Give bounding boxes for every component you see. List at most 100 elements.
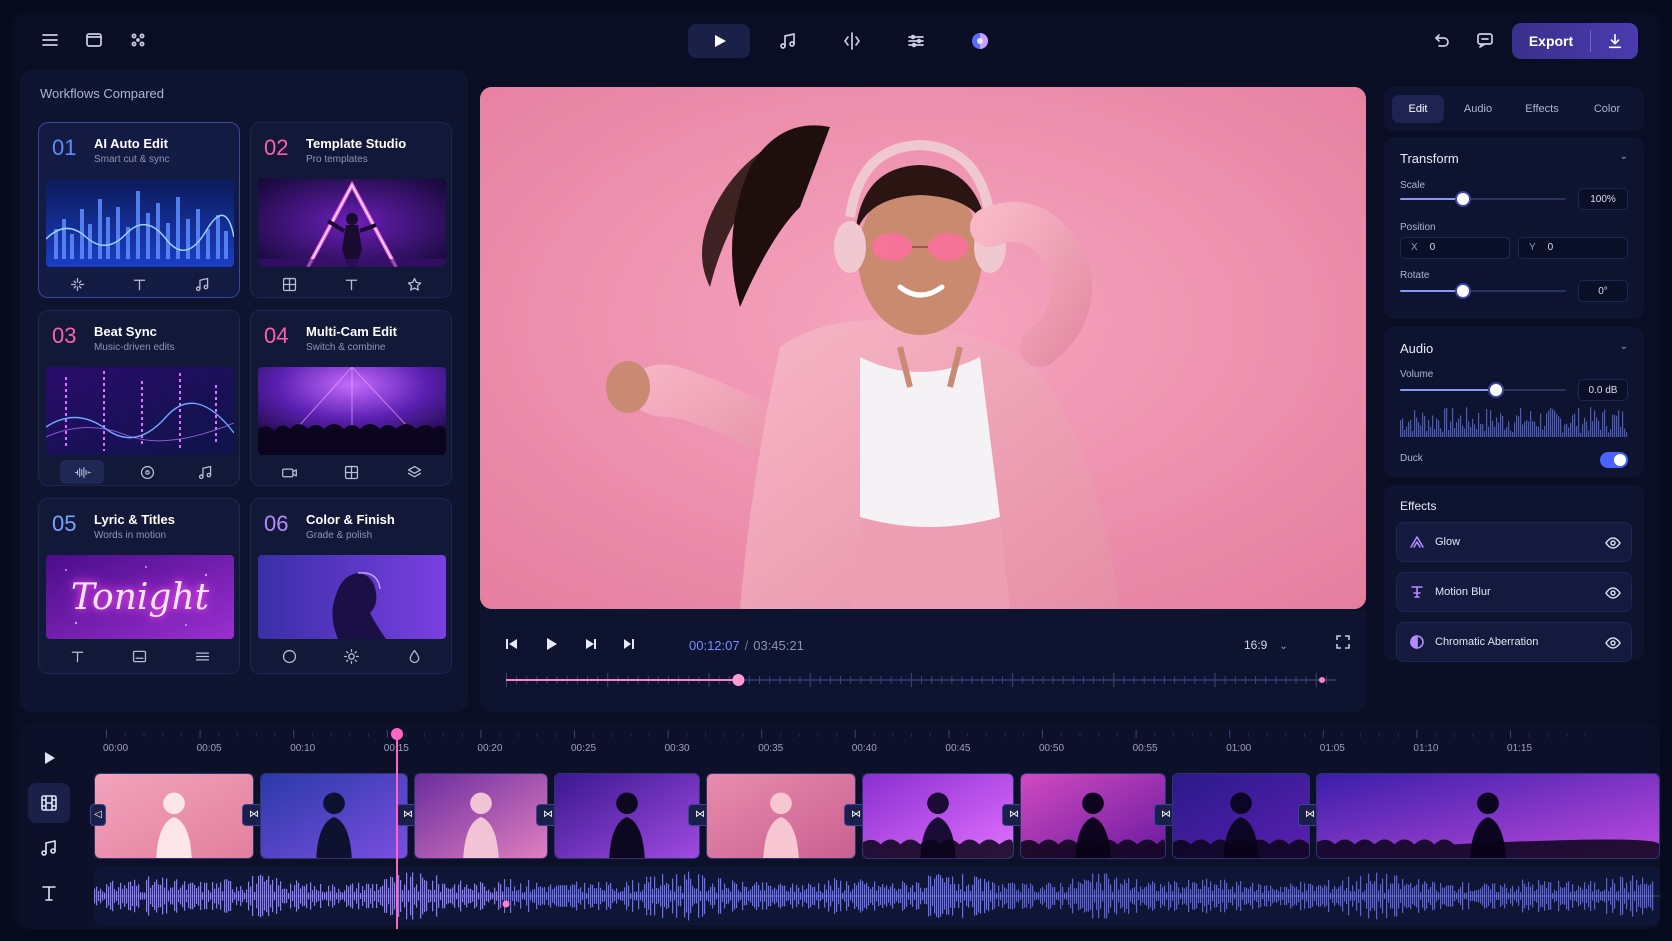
eye-icon[interactable] <box>1605 635 1621 651</box>
workflow-thumbnail <box>46 179 234 267</box>
text-icon[interactable] <box>337 272 367 296</box>
editor-app: Export Workflows Compared 01 AI Auto Edi… <box>12 12 1660 929</box>
film-icon[interactable] <box>28 783 70 823</box>
scrubber-knob <box>732 674 745 686</box>
text-icon[interactable] <box>125 272 155 296</box>
play-icon[interactable] <box>28 738 70 778</box>
layers-icon[interactable] <box>400 460 430 484</box>
brightness-icon[interactable] <box>337 644 367 668</box>
step-forward-icon[interactable] <box>578 631 604 657</box>
fullscreen-icon[interactable] <box>1335 634 1351 655</box>
rotate-slider[interactable] <box>1400 284 1566 298</box>
audio-track[interactable] <box>94 867 1660 925</box>
timeline-clip[interactable] <box>414 773 548 859</box>
video-preview[interactable] <box>480 87 1366 609</box>
apps-icon[interactable] <box>121 23 155 57</box>
eye-icon[interactable] <box>1605 535 1621 551</box>
workflow-card-lyric-titles[interactable]: 05 Lyric & Titles Words in motion Tonigh… <box>38 498 240 674</box>
workflow-card-multi-cam-edit[interactable]: 04 Multi-Cam Edit Switch & combine <box>250 310 452 486</box>
export-button[interactable]: Export <box>1512 23 1638 59</box>
chevron-down-icon[interactable]: ⌄ <box>1620 341 1628 352</box>
scrubber[interactable] <box>506 665 1336 695</box>
text-icon[interactable] <box>28 873 70 913</box>
tab-edit[interactable]: Edit <box>1392 95 1444 123</box>
duck-toggle[interactable] <box>1600 452 1628 468</box>
workflow-name: Multi-Cam Edit <box>306 324 397 339</box>
workflow-number: 03 <box>52 323 77 348</box>
workflow-subtitle: Grade & polish <box>306 530 373 541</box>
timeline-clip[interactable] <box>1020 773 1166 859</box>
sparkle-icon[interactable] <box>62 272 92 296</box>
ruler-tick-label: 00:55 <box>1132 743 1158 754</box>
split-icon[interactable] <box>835 24 869 58</box>
undo-icon[interactable] <box>1424 23 1458 57</box>
star-icon[interactable] <box>400 272 430 296</box>
workflow-tools <box>46 457 234 485</box>
ruler-tick-label: 01:00 <box>1226 743 1252 754</box>
play-button[interactable] <box>538 631 564 657</box>
sliders-icon[interactable] <box>899 24 933 58</box>
tab-effects[interactable]: Effects <box>1510 95 1574 123</box>
scale-slider[interactable] <box>1400 192 1566 206</box>
volume-value[interactable]: 0.0 dB <box>1578 379 1628 401</box>
text-icon[interactable] <box>62 644 92 668</box>
download-icon[interactable] <box>1591 32 1638 50</box>
title-card-icon[interactable] <box>125 644 155 668</box>
drop-icon[interactable] <box>400 644 430 668</box>
workflow-subtitle: Pro templates <box>306 154 368 165</box>
workflow-card-template-studio[interactable]: 02 Template Studio Pro templates <box>250 122 452 298</box>
position-y-field[interactable]: Y0 <box>1518 237 1628 259</box>
effect-chromatic-aberration[interactable]: Chromatic Aberration <box>1396 622 1632 662</box>
tab-color[interactable]: Color <box>1578 95 1636 123</box>
circle-icon[interactable] <box>274 644 304 668</box>
total-time: 03:45:21 <box>753 638 804 653</box>
timeline-clip[interactable] <box>554 773 700 859</box>
workflow-tools <box>46 269 234 297</box>
timeline-clip[interactable] <box>260 773 408 859</box>
effect-glow[interactable]: Glow <box>1396 522 1632 562</box>
workflow-card-ai-auto-edit[interactable]: 01 AI Auto Edit Smart cut & sync <box>38 122 240 298</box>
skip-start-icon[interactable] <box>499 631 525 657</box>
grid-icon[interactable] <box>337 460 367 484</box>
music-icon[interactable] <box>28 828 70 868</box>
comment-icon[interactable] <box>1468 23 1502 57</box>
position-x-field[interactable]: X0 <box>1400 237 1510 259</box>
scale-value[interactable]: 100% <box>1578 188 1628 210</box>
camera-icon[interactable] <box>274 460 304 484</box>
timeline-clip[interactable] <box>94 773 254 859</box>
timeline-clip[interactable] <box>862 773 1014 859</box>
layout-icon[interactable] <box>274 272 304 296</box>
workflow-subtitle: Music-driven edits <box>94 342 175 353</box>
time-ruler[interactable]: 00:0000:0500:1000:1500:2000:2500:3000:35… <box>92 724 1660 764</box>
waveform-icon[interactable] <box>60 460 104 484</box>
eye-icon[interactable] <box>1605 585 1621 601</box>
timeline-clip[interactable] <box>706 773 856 859</box>
timeline-clip[interactable] <box>1316 773 1660 859</box>
music-icon[interactable] <box>188 272 218 296</box>
chromatic-icon <box>1409 634 1425 650</box>
play-icon[interactable] <box>688 24 750 58</box>
music-icon[interactable] <box>190 460 220 484</box>
music-icon[interactable] <box>771 24 805 58</box>
workflows-panel: Workflows Compared 01 AI Auto Edit Smart… <box>20 70 468 712</box>
timeline-clip[interactable] <box>1172 773 1310 859</box>
workflow-card-beat-sync[interactable]: 03 Beat Sync Music-driven edits <box>38 310 240 486</box>
export-label: Export <box>1528 33 1574 49</box>
window-icon[interactable] <box>77 23 111 57</box>
chevron-down-icon[interactable]: ⌄ <box>1620 151 1628 162</box>
clip-start-handle-icon[interactable]: ◁ <box>90 804 106 826</box>
aspect-ratio-select[interactable]: 16:9 ⌄ <box>1244 638 1288 652</box>
effect-motion-blur[interactable]: Motion Blur <box>1396 572 1632 612</box>
color-wheel-icon[interactable] <box>963 24 997 58</box>
transform-section: Transform ⌄ Scale 100% Position X0 Y0 Ro… <box>1384 137 1644 319</box>
align-icon[interactable] <box>188 644 218 668</box>
volume-slider[interactable] <box>1400 383 1566 397</box>
skip-end-icon[interactable] <box>616 631 642 657</box>
menu-icon[interactable] <box>33 23 67 57</box>
playhead[interactable] <box>391 728 403 929</box>
target-icon[interactable] <box>132 460 162 484</box>
tab-audio[interactable]: Audio <box>1450 95 1506 123</box>
effects-section: Effects Glow Motion Blur Chromatic Aberr… <box>1384 485 1644 662</box>
rotate-value[interactable]: 0° <box>1578 280 1628 302</box>
workflow-card-color-finish[interactable]: 06 Color & Finish Grade & polish <box>250 498 452 674</box>
